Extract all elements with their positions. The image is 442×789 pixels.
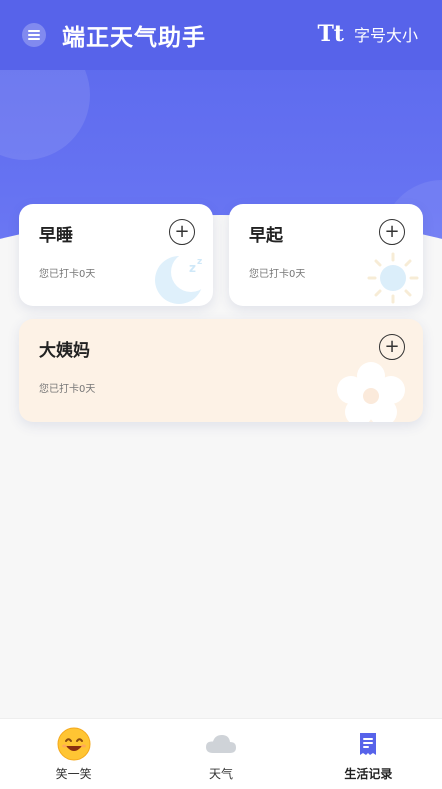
app-title: 端正天气助手: [62, 25, 206, 51]
tab-life-record[interactable]: 生活记录: [295, 719, 442, 789]
font-size-icon: Tt: [317, 21, 344, 47]
menu-button[interactable]: [22, 23, 46, 47]
add-early-sleep-button[interactable]: +: [169, 219, 195, 245]
font-size-button[interactable]: Tt 字号大小: [317, 22, 418, 46]
document-icon: [351, 729, 385, 759]
smile-emoji-icon: [57, 727, 91, 761]
tab-weather[interactable]: 天气: [147, 719, 294, 789]
checkin-count: 您已打卡0天: [39, 269, 96, 280]
tab-label: 天气: [208, 767, 233, 781]
menu-icon: [28, 30, 40, 40]
early-rise-card[interactable]: 早起 + 您已打卡0天: [229, 204, 423, 306]
font-size-label: 字号大小: [353, 26, 418, 45]
bottom-tab-bar: 笑一笑 天气 生活记录: [0, 718, 442, 789]
svg-text:z: z: [197, 257, 202, 267]
app-header: 端正天气助手 Tt 字号大小: [0, 0, 442, 70]
early-sleep-card[interactable]: 早睡 + 您已打卡0天 z z: [19, 204, 213, 306]
tab-label: 生活记录: [344, 767, 393, 781]
card-title: 早起: [249, 226, 283, 246]
checkin-count: 您已打卡0天: [249, 269, 306, 280]
tab-label: 笑一笑: [55, 767, 92, 781]
tab-laugh[interactable]: 笑一笑: [0, 719, 147, 789]
flower-icon: [337, 362, 405, 422]
add-early-rise-button[interactable]: +: [379, 219, 405, 245]
svg-text:z: z: [189, 261, 196, 275]
card-title: 早睡: [39, 226, 73, 246]
period-card[interactable]: 大姨妈 + 您已打卡0天: [19, 319, 423, 422]
moon-icon: z z: [155, 252, 209, 304]
cloud-icon: [204, 729, 238, 759]
checkin-count: 您已打卡0天: [39, 384, 96, 395]
sun-icon: [367, 252, 419, 304]
add-period-button[interactable]: +: [379, 334, 405, 360]
card-title: 大姨妈: [39, 341, 90, 361]
